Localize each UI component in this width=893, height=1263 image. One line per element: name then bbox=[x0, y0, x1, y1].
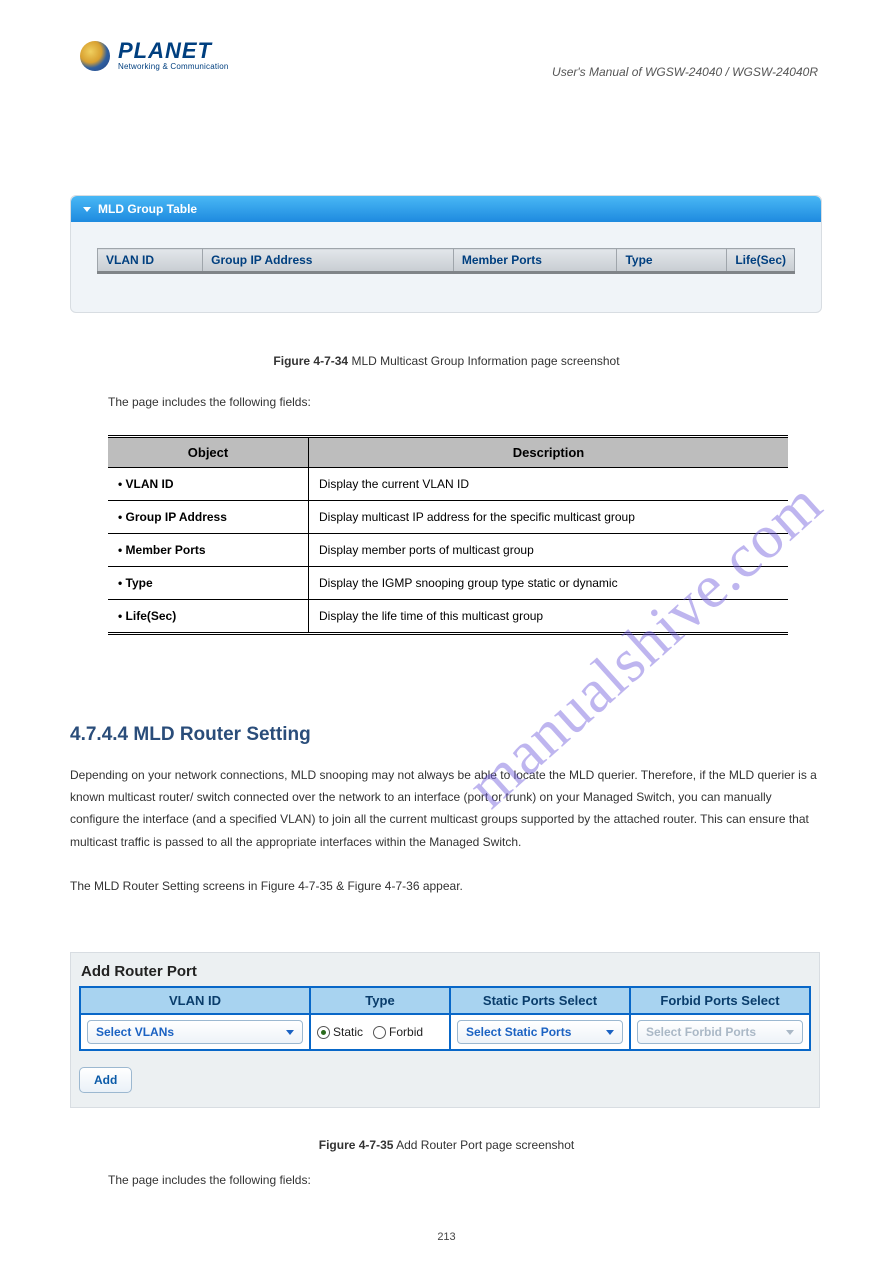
table-row: • Type Display the IGMP snooping group t… bbox=[108, 567, 788, 600]
select-vlans-dropdown[interactable]: Select VLANs bbox=[87, 1020, 303, 1044]
chevron-down-icon bbox=[606, 1030, 614, 1035]
col-forbid-ports: Forbid Ports Select bbox=[630, 987, 810, 1014]
col-type: Type bbox=[310, 987, 450, 1014]
table-row: • Member Ports Display member ports of m… bbox=[108, 534, 788, 567]
radio-forbid[interactable]: Forbid bbox=[373, 1025, 423, 1039]
add-router-port-panel: Add Router Port VLAN ID Type Static Port… bbox=[70, 952, 820, 1108]
radio-icon bbox=[373, 1026, 386, 1039]
col-type: Type bbox=[617, 249, 727, 273]
type-radio-group: Static Forbid bbox=[317, 1025, 443, 1039]
figure-caption-2: Figure 4-7-35 Add Router Port page scree… bbox=[0, 1138, 893, 1152]
section-heading: 4.7.4.4 MLD Router Setting bbox=[70, 724, 311, 746]
col-vlan-id: VLAN ID bbox=[98, 249, 203, 273]
page-number: 213 bbox=[0, 1231, 893, 1243]
desc-header-object: Object bbox=[108, 437, 309, 468]
manual-title: User's Manual of WGSW-24040 / WGSW-24040… bbox=[552, 65, 818, 79]
mld-group-panel: MLD Group Table VLAN ID Group IP Address… bbox=[70, 195, 822, 313]
chevron-down-icon bbox=[83, 207, 91, 212]
brand-logo: PLANET Networking & Communication bbox=[80, 40, 229, 71]
mld-group-panel-header[interactable]: MLD Group Table bbox=[71, 196, 821, 222]
table-row: • Group IP Address Display multicast IP … bbox=[108, 501, 788, 534]
table-row: • Life(Sec) Display the life time of thi… bbox=[108, 600, 788, 634]
radio-icon bbox=[317, 1026, 330, 1039]
chevron-down-icon bbox=[286, 1030, 294, 1035]
desc-intro-2: The page includes the following fields: bbox=[108, 1173, 311, 1187]
description-table-1: Object Description • VLAN ID Display the… bbox=[108, 435, 788, 635]
section-body: Depending on your network connections, M… bbox=[70, 764, 823, 897]
add-router-port-table: VLAN ID Type Static Ports Select Forbid … bbox=[79, 986, 811, 1051]
col-static-ports: Static Ports Select bbox=[450, 987, 630, 1014]
mld-group-panel-title: MLD Group Table bbox=[98, 202, 197, 216]
logo-globe-icon bbox=[80, 41, 110, 71]
table-row: • VLAN ID Display the current VLAN ID bbox=[108, 468, 788, 501]
add-button[interactable]: Add bbox=[79, 1067, 132, 1093]
select-static-ports-dropdown[interactable]: Select Static Ports bbox=[457, 1020, 623, 1044]
radio-static[interactable]: Static bbox=[317, 1025, 363, 1039]
desc-header-description: Description bbox=[309, 437, 789, 468]
mld-group-table: VLAN ID Group IP Address Member Ports Ty… bbox=[97, 248, 795, 274]
col-group-ip: Group IP Address bbox=[203, 249, 454, 273]
desc-intro-1: The page includes the following fields: bbox=[108, 395, 311, 409]
select-forbid-ports-dropdown[interactable]: Select Forbid Ports bbox=[637, 1020, 803, 1044]
logo-sub-text: Networking & Communication bbox=[118, 62, 229, 71]
add-router-port-title: Add Router Port bbox=[79, 961, 811, 986]
chevron-down-icon bbox=[786, 1030, 794, 1035]
col-member-ports: Member Ports bbox=[453, 249, 617, 273]
figure-caption-1: Figure 4-7-34 MLD Multicast Group Inform… bbox=[0, 354, 893, 368]
logo-main-text: PLANET bbox=[118, 40, 229, 62]
col-life: Life(Sec) bbox=[727, 249, 795, 273]
col-vlan-id: VLAN ID bbox=[80, 987, 310, 1014]
